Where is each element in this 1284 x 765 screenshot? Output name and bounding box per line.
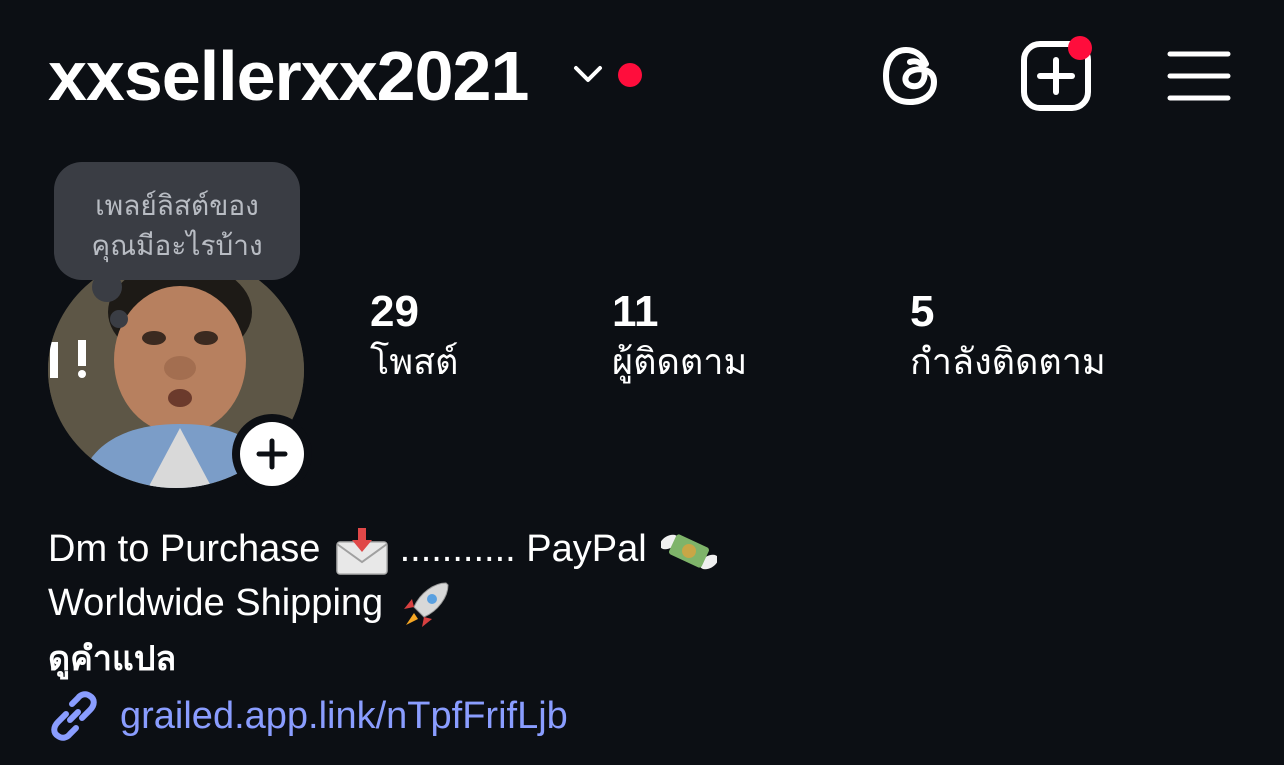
posts-stat[interactable]: 29 โพสต์: [370, 286, 458, 388]
bio-link[interactable]: grailed.app.link/nTpfFrifLjb: [48, 688, 568, 744]
notification-dot: [618, 63, 642, 87]
bio-text-paypal: ........... PayPal: [399, 528, 647, 570]
followers-label: ผู้ติดตาม: [612, 342, 748, 383]
profile-page: xxsellerxx2021 เพลย์ลิสต์ของ คุณมีอะไรบ้…: [0, 0, 1284, 765]
note-text-line2: คุณมีอะไรบ้าง: [91, 229, 263, 262]
chevron-down-icon[interactable]: [570, 60, 606, 88]
plus-icon: [256, 438, 288, 470]
create-notification-dot: [1068, 36, 1092, 60]
note-text-line1: เพลย์ลิสต์ของ: [95, 189, 259, 222]
bio-line-1: Dm to Purchase ........... PayPal: [48, 524, 718, 576]
menu-icon[interactable]: [1166, 48, 1232, 104]
note-bubble-tail-small: [110, 310, 128, 328]
add-story-button[interactable]: [232, 414, 312, 494]
envelope-with-arrow-icon: [336, 527, 388, 575]
posts-label: โพสต์: [370, 342, 459, 383]
link-icon: [51, 691, 97, 741]
bio-text-purchase: Dm to Purchase: [48, 528, 321, 570]
following-count: 5: [910, 287, 935, 336]
followers-count: 11: [612, 287, 659, 336]
followers-stat[interactable]: 11 ผู้ติดตาม: [612, 286, 747, 388]
username-title[interactable]: xxsellerxx2021: [48, 32, 529, 120]
rocket-icon: [403, 582, 449, 627]
bio-link-text[interactable]: grailed.app.link/nTpfFrifLjb: [120, 695, 568, 738]
following-stat[interactable]: 5 กำลังติดตาม: [910, 286, 1106, 388]
bio-line-2: Worldwide Shipping: [48, 578, 452, 631]
see-translation-link[interactable]: ดูคำแปล: [48, 634, 176, 684]
following-label: กำลังติดตาม: [910, 342, 1106, 383]
note-bubble[interactable]: เพลย์ลิสต์ของ คุณมีอะไรบ้าง: [54, 162, 300, 280]
threads-icon[interactable]: [878, 40, 946, 112]
money-with-wings-icon: [661, 534, 718, 570]
posts-count: 29: [370, 287, 419, 336]
bio-text-shipping: Worldwide Shipping: [48, 582, 384, 624]
